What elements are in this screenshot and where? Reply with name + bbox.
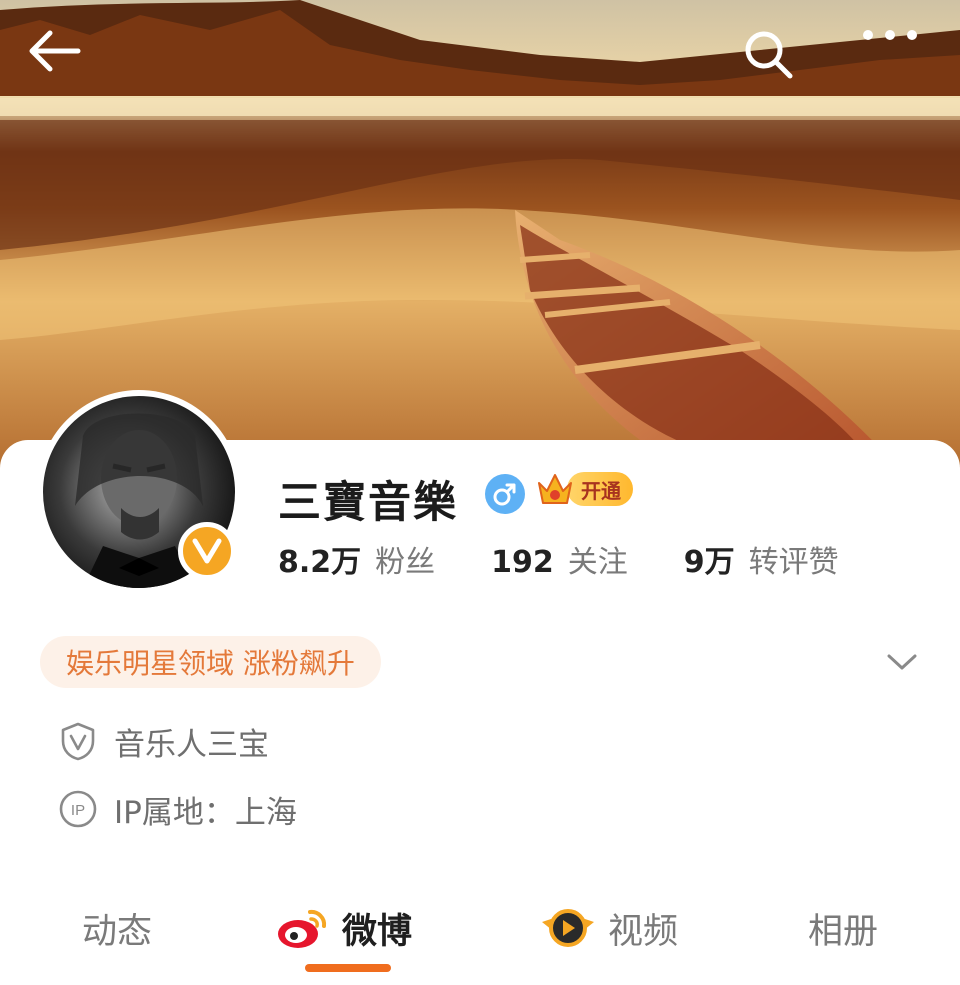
more-dots-icon	[863, 30, 917, 40]
verification-row: 音乐人三宝	[58, 716, 269, 766]
verified-v-icon	[192, 538, 222, 564]
active-tab-indicator	[305, 964, 391, 972]
stat-label: 关注	[567, 545, 628, 580]
trend-tag[interactable]: 娱乐明星领域 涨粉飙升	[40, 636, 381, 688]
tab-album[interactable]: 相册	[808, 890, 878, 966]
vip-label: 开通	[567, 472, 633, 506]
verified-badge	[178, 522, 236, 580]
svg-text:IP: IP	[71, 802, 85, 819]
back-button[interactable]	[24, 28, 104, 98]
more-button[interactable]	[860, 28, 940, 98]
tab-label: 动态	[82, 911, 153, 952]
tab-dynamic[interactable]: 动态	[82, 890, 152, 966]
tab-label: 微博	[342, 911, 413, 952]
search-button[interactable]	[742, 28, 822, 98]
expand-button[interactable]	[876, 642, 928, 682]
stat-interactions[interactable]: 9万 转评赞	[684, 537, 839, 581]
tab-label: 视频	[608, 911, 679, 952]
gender-badge	[485, 474, 525, 514]
tab-label: 相册	[808, 911, 879, 952]
stat-followers[interactable]: 8.2万 粉丝	[278, 537, 435, 581]
stat-label: 粉丝	[375, 545, 436, 580]
weibo-logo-icon	[276, 906, 330, 950]
tab-weibo[interactable]: 微博	[276, 890, 412, 966]
chevron-down-icon	[887, 654, 917, 670]
shield-v-icon	[58, 721, 98, 761]
stat-value: 8.2万	[278, 545, 362, 580]
crown-icon	[538, 474, 572, 504]
search-icon	[745, 31, 793, 79]
stat-following[interactable]: 192 关注	[491, 537, 628, 581]
profile-tabs: 动态 微博 视频 相册	[0, 890, 960, 980]
arrow-left-icon	[29, 30, 81, 72]
profile-name: 三寶音樂	[278, 478, 458, 528]
stat-value: 9万	[683, 545, 735, 580]
vip-open-button[interactable]: 开通	[535, 468, 633, 510]
ip-location-row: IP IP属地：上海	[58, 784, 297, 834]
verification-text: 音乐人三宝	[114, 726, 269, 763]
ip-icon: IP	[58, 789, 98, 829]
stat-label: 转评赞	[748, 545, 839, 580]
video-play-icon	[540, 904, 596, 952]
male-icon	[493, 483, 516, 506]
ip-location-text: IP属地：上海	[114, 794, 297, 831]
profile-stats: 8.2万 粉丝 192 关注 9万 转评赞	[278, 536, 895, 582]
stat-value: 192	[491, 545, 554, 580]
tab-video[interactable]: 视频	[540, 890, 678, 966]
